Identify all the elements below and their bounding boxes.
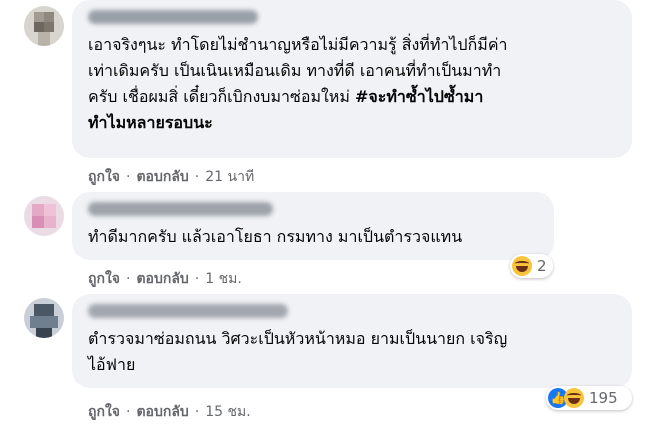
comment-text: ตำรวจมาซ่อมถนน วิศวะเป็นหัวหน้าหมอ ยามเป… xyxy=(88,326,618,378)
comment-bubble: ตำรวจมาซ่อมถนน วิศวะเป็นหัวหน้าหมอ ยามเป… xyxy=(72,294,632,388)
avatar-pixelated-icon xyxy=(24,298,64,338)
avatar[interactable] xyxy=(24,6,64,46)
comment-line: เท่าเดิมครับ เป็นเนินเหมือนเดิม ทางที่ดี… xyxy=(88,61,502,80)
comment-line: ครับ เชื่อผมสิ่ เดี๋ยวก็เบิกงบมาซ่อมใหม่… xyxy=(88,87,484,106)
comment-line: เอาจริงๆนะ ทำโดยไม่ชำนาญหรือไม่มีความรู้… xyxy=(88,35,508,54)
comment-actions: ถูกใจ · ตอบกลับ · 21 นาที xyxy=(88,169,255,185)
timestamp-link[interactable]: 21 นาที xyxy=(205,169,254,185)
reaction-summary[interactable]: 👍 195 xyxy=(546,386,632,410)
comment-text: ทำดีมากครับ แล้วเอาโยธา กรมทาง มาเป็นตำร… xyxy=(88,227,463,246)
avatar[interactable] xyxy=(24,298,64,338)
reply-link[interactable]: ตอบกลับ xyxy=(136,271,188,287)
reaction-count: 2 xyxy=(537,257,547,275)
author-name-blurred[interactable] xyxy=(88,202,273,216)
comment-line: ไอ้ฟาย xyxy=(88,355,136,374)
comment-actions: ถูกใจ · ตอบกลับ · 15 ชม. xyxy=(88,404,251,420)
haha-icon xyxy=(564,388,584,408)
reply-link[interactable]: ตอบกลับ xyxy=(136,169,188,185)
avatar-pixelated-icon xyxy=(24,196,64,236)
hashtag-link-continued[interactable]: ทำไมหลายรอบนะ xyxy=(88,110,618,136)
avatar[interactable] xyxy=(24,196,64,236)
reaction-count: 195 xyxy=(589,389,618,407)
comment-bubble: ทำดีมากครับ แล้วเอาโยธา กรมทาง มาเป็นตำร… xyxy=(72,192,554,260)
comment-actions: ถูกใจ · ตอบกลับ · 1 ชม. xyxy=(88,271,242,287)
timestamp-link[interactable]: 1 ชม. xyxy=(205,271,242,287)
haha-icon xyxy=(512,256,532,276)
reply-link[interactable]: ตอบกลับ xyxy=(136,404,188,420)
like-link[interactable]: ถูกใจ xyxy=(88,169,120,185)
like-link[interactable]: ถูกใจ xyxy=(88,271,120,287)
author-name-blurred[interactable] xyxy=(88,10,258,24)
comment-bubble: เอาจริงๆนะ ทำโดยไม่ชำนาญหรือไม่มีความรู้… xyxy=(72,0,632,158)
like-link[interactable]: ถูกใจ xyxy=(88,404,120,420)
comment-text: เอาจริงๆนะ ทำโดยไม่ชำนาญหรือไม่มีความรู้… xyxy=(88,32,618,136)
author-name-blurred[interactable] xyxy=(88,304,288,318)
avatar-pixelated-icon xyxy=(24,6,64,46)
timestamp-link[interactable]: 15 ชม. xyxy=(205,404,250,420)
reaction-summary[interactable]: 2 xyxy=(510,254,553,278)
hashtag-link[interactable]: #จะทำซ้ำไปซ้ำมา xyxy=(355,87,483,106)
comment-line: ตำรวจมาซ่อมถนน วิศวะเป็นหัวหน้าหมอ ยามเป… xyxy=(88,329,508,348)
